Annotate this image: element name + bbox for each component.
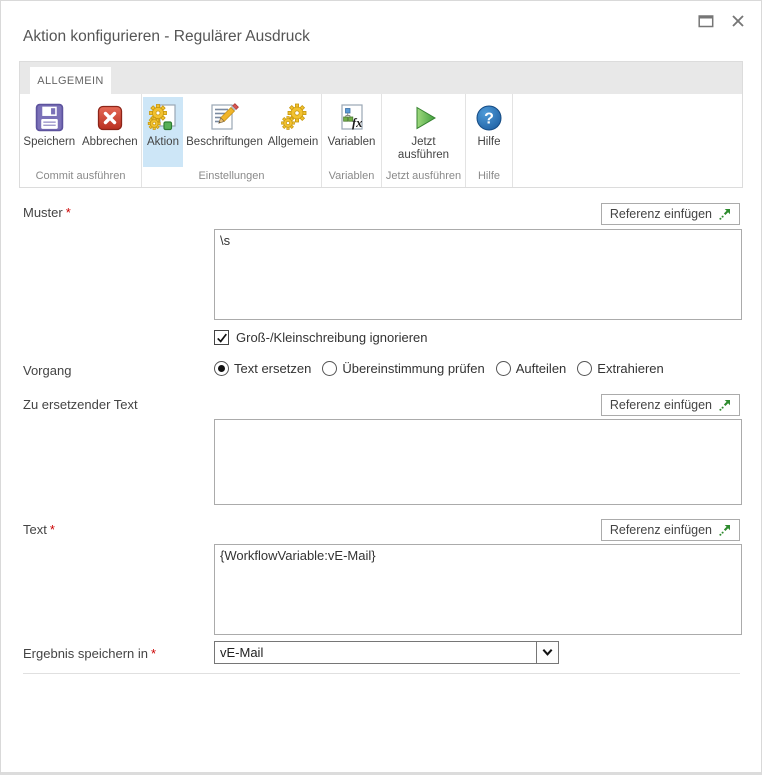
store-result-value: vE-Mail [220,645,264,660]
general-gears-icon [277,99,309,136]
radio-unselected-icon [322,361,338,376]
chevron-down-icon [536,642,558,663]
general-button[interactable]: Allgemein [266,97,320,151]
fx-glyph: fx [352,116,362,130]
ribbon-tabstrip: ALLGEMEIN [19,61,743,94]
labels-button[interactable]: Beschriftungen [185,97,264,151]
maximize-button[interactable] [697,12,715,30]
replace-target-label: Zu ersetzender Text [23,397,138,412]
action-button[interactable]: Aktion [143,97,183,167]
required-marker: * [49,522,55,537]
insert-reference-label: Referenz einfügen [609,398,712,412]
ignore-case-checkbox-row[interactable]: Groß-/Kleinschreibung ignorieren [214,330,427,345]
group-label-variables: Variablen [328,170,375,182]
ribbon-group-settings: Aktion Beschriftungen Allgemein Einstell… [142,94,322,187]
window-controls [697,12,747,30]
variables-button[interactable]: fx Variablen [325,97,379,151]
ignore-case-label: Groß-/Kleinschreibung ignorieren [236,330,428,345]
store-result-label: Ergebnis speichern in * [23,646,157,661]
run-now-button-label: Jetzt ausführen [397,136,450,161]
insert-reference-label: Referenz einfügen [609,523,712,537]
general-button-label: Allgemein [267,136,319,148]
radio-unselected-icon [577,361,593,376]
ribbon-group-commit: Speichern Abbrechen Commit ausführen [20,94,142,187]
group-label-run-now: Jetzt ausführen [385,170,462,182]
help-button[interactable]: ? Hilfe [469,97,509,151]
group-label-help: Hilfe [477,170,500,182]
action-button-label: Aktion [147,136,179,148]
radio-extrahieren[interactable]: Extrahieren [577,361,664,376]
ribbon-group-help: ? Hilfe Hilfe [466,94,513,187]
replace-target-textarea[interactable] [214,419,742,505]
group-label-commit: Commit ausführen [35,170,126,182]
save-floppy-icon [34,99,65,136]
run-now-button[interactable]: Jetzt ausführen [383,97,464,164]
insert-reference-button-muster[interactable]: Referenz einfügen [600,203,740,225]
run-now-play-icon [409,99,439,136]
save-button-label: Speichern [23,136,76,148]
save-button[interactable]: Speichern [21,97,78,151]
cancel-button[interactable]: Abbrechen [80,97,140,151]
text-textarea[interactable]: {WorkflowVariable:vE-Mail} [214,544,742,635]
radio-text-ersetzen[interactable]: Text ersetzen [214,361,311,376]
muster-label: Muster * [23,205,71,220]
tab-allgemein[interactable]: ALLGEMEIN [30,67,111,94]
ribbon-filler [513,94,742,187]
checkbox-checked-icon[interactable] [214,330,229,345]
action-gears-page-icon [147,99,179,136]
insert-reference-button-replace-target[interactable]: Referenz einfügen [600,394,740,416]
ribbon: Speichern Abbrechen Commit ausführen Akt… [19,94,743,188]
ribbon-group-run-now: Jetzt ausführen Jetzt ausführen [382,94,466,187]
help-button-label: Hilfe [477,136,501,148]
variables-fx-icon: fx [336,99,368,136]
required-marker: * [65,205,71,220]
variables-button-label: Variablen [327,136,376,148]
section-divider [23,673,740,674]
close-icon [732,15,744,27]
help-icon: ? [474,99,504,136]
maximize-icon [698,15,714,28]
action-config-dialog: Aktion konfigurieren - Regulärer Ausdruc… [0,0,762,775]
ribbon-group-variables: fx Variablen Variablen [322,94,382,187]
insert-reference-button-text[interactable]: Referenz einfügen [600,519,740,541]
cancel-button-label: Abbrechen [82,136,138,148]
muster-textarea[interactable]: \s [214,229,742,320]
radio-aufteilen[interactable]: Aufteilen [495,361,566,376]
insert-reference-arrow-icon [719,524,730,536]
insert-reference-arrow-icon [719,399,730,411]
text-label: Text * [23,522,55,537]
group-label-settings: Einstellungen [198,170,265,182]
store-result-dropdown[interactable]: vE-Mail [214,641,559,664]
radio-selected-icon [214,361,229,376]
labels-pencil-icon [208,99,240,136]
close-button[interactable] [729,12,747,30]
vorgang-label: Vorgang [23,363,72,378]
vorgang-radio-group: Text ersetzen Übereinstimmung prüfen Auf… [214,361,664,376]
required-marker: * [151,646,157,661]
insert-reference-label: Referenz einfügen [609,207,712,221]
insert-reference-arrow-icon [719,208,730,220]
question-mark-glyph: ? [484,110,494,127]
radio-uebereinstimmung-pruefen[interactable]: Übereinstimmung prüfen [322,361,485,376]
cancel-x-icon [95,99,125,136]
dialog-title: Aktion konfigurieren - Regulärer Ausdruc… [23,28,310,45]
labels-button-label: Beschriftungen [186,136,263,148]
radio-unselected-icon [495,361,511,376]
